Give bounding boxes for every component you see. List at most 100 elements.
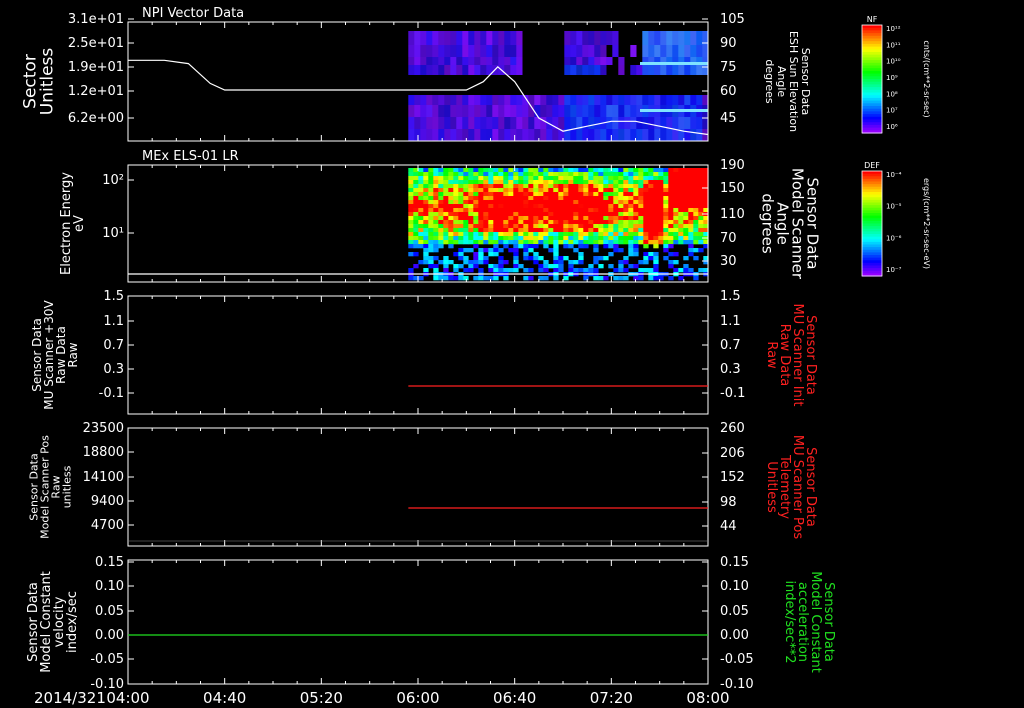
spectrogram-cell	[468, 216, 474, 221]
spectrogram-cell	[540, 95, 547, 105]
spectrogram-cell	[618, 260, 624, 265]
spectrogram-cell	[593, 256, 599, 261]
spectrogram-cell	[653, 216, 659, 221]
spectrogram-cell	[643, 268, 649, 273]
spectrogram-cell	[443, 276, 449, 281]
spectrogram-cell	[548, 220, 554, 225]
spectrogram-cell	[603, 196, 609, 201]
colorbar-label: DEF	[864, 161, 880, 170]
spectrogram-cell	[443, 240, 449, 245]
spectrogram-cell	[690, 31, 697, 45]
spectrogram-cell	[600, 65, 607, 75]
spectrogram-cell	[570, 129, 577, 141]
spectrogram-cell	[473, 188, 479, 193]
spectrogram-cell	[538, 208, 544, 213]
spectrogram-cell	[513, 256, 519, 261]
spectrogram-cell	[628, 228, 634, 233]
spectrogram-cell	[673, 180, 679, 185]
spectrogram-cell	[438, 184, 444, 189]
spectrogram-cell	[458, 204, 464, 209]
spectrogram-cell	[510, 117, 517, 129]
spectrogram-cell	[648, 196, 654, 201]
spectrogram-cell	[668, 232, 674, 237]
spectrogram-cell	[548, 200, 554, 205]
right-y-tick-label: 0.15	[720, 555, 749, 570]
spectrogram-cell	[630, 105, 637, 117]
spectrogram-cell	[588, 224, 594, 229]
spectrogram-cell	[608, 188, 614, 193]
spectrogram-cell	[523, 200, 529, 205]
spectrogram-cell	[673, 220, 679, 225]
spectrogram-cell	[478, 228, 484, 233]
spectrogram-cell	[573, 192, 579, 197]
spectrogram-cell	[453, 252, 459, 257]
spectrogram-cell	[518, 172, 524, 177]
spectrogram-cell	[493, 212, 499, 217]
spectrogram-cell	[593, 236, 599, 241]
spectrogram-cell	[668, 264, 674, 269]
spectrogram-cell	[413, 240, 419, 245]
spectrogram-cell	[473, 276, 479, 281]
spectrogram-cell	[573, 248, 579, 253]
spectrogram-cell	[513, 264, 519, 269]
panel-5: 0.150.100.050.00-0.05-0.100.150.100.050.…	[26, 555, 836, 692]
spectrogram-cell	[598, 236, 604, 241]
spectrogram-cell	[648, 65, 655, 75]
spectrogram-cell	[474, 57, 481, 65]
spectrogram-cell	[408, 228, 414, 233]
spectrogram-cell	[613, 236, 619, 241]
spectrogram-cell	[578, 180, 584, 185]
spectrogram-cell	[538, 196, 544, 201]
spectrogram-cell	[498, 105, 505, 117]
spectrogram-cell	[628, 180, 634, 185]
spectrogram-cell	[628, 172, 634, 177]
spectrogram-cell	[643, 220, 649, 225]
spectrogram-cell	[573, 176, 579, 181]
spectrogram-cell	[638, 192, 644, 197]
spectrogram-cell	[418, 240, 424, 245]
spectrogram-cell	[486, 57, 493, 65]
spectrogram-cell	[578, 256, 584, 261]
spectrogram-cell	[518, 176, 524, 181]
spectrogram-cell	[576, 57, 583, 65]
spectrogram-cell	[608, 220, 614, 225]
spectrogram-cell	[618, 208, 624, 213]
spectrogram-cell	[558, 172, 564, 177]
spectrogram-cell	[522, 129, 529, 141]
spectrogram-cell	[568, 220, 574, 225]
spectrogram-cell	[658, 228, 664, 233]
spectrogram-cell	[423, 204, 429, 209]
spectrogram-cell	[468, 31, 475, 45]
spectrogram-cell	[563, 228, 569, 233]
spectrogram-cell	[414, 57, 421, 65]
spectrogram-cell	[648, 240, 654, 245]
spectrogram-cell	[638, 216, 644, 221]
spectrogram-cell	[593, 276, 599, 281]
spectrogram-cell	[648, 45, 655, 57]
spectrogram-cell	[423, 248, 429, 253]
spectrogram-cell	[428, 260, 434, 265]
y-tick-label: 3.1e+01	[68, 12, 124, 27]
spectrogram-cell	[503, 228, 509, 233]
spectrogram-cell	[678, 168, 684, 173]
spectrogram-cell	[563, 276, 569, 281]
right-axis-label-line: degrees	[763, 59, 776, 104]
spectrogram-cell	[698, 196, 704, 201]
spectrogram-cell	[486, 129, 493, 141]
spectrogram-cell	[513, 252, 519, 257]
spectrogram-cell	[683, 240, 689, 245]
colorbar-units-text: ergs/(cm**2-sr-sec-eV)	[922, 178, 931, 269]
spectrogram-cell	[633, 180, 639, 185]
spectrogram-cell	[418, 276, 424, 281]
spectrogram-cell	[638, 236, 644, 241]
panel-2-spectrogram	[408, 168, 709, 281]
spectrogram-cell	[573, 196, 579, 201]
spectrogram-cell	[468, 204, 474, 209]
spectrogram-cell	[563, 212, 569, 217]
spectrogram-cell	[463, 212, 469, 217]
spectrogram-cell	[558, 168, 564, 173]
spectrogram-cell	[583, 212, 589, 217]
spectrogram-cell	[408, 236, 414, 241]
spectrogram-cell	[576, 65, 583, 75]
spectrogram-cell	[413, 208, 419, 213]
